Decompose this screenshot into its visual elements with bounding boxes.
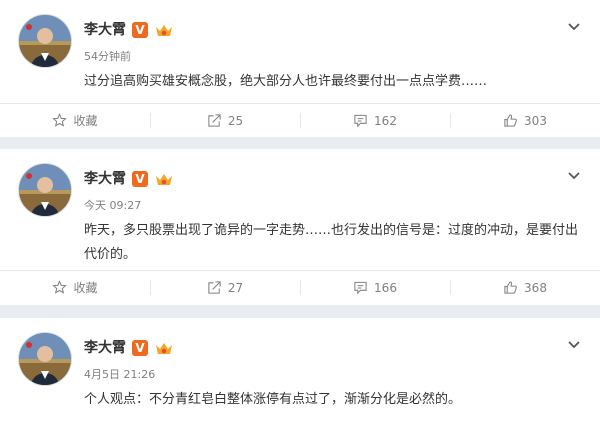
author-row: 李大霄 V [84, 169, 174, 189]
favorite-label: 收藏 [73, 281, 98, 295]
thumbs-up-icon [503, 113, 518, 128]
repost-button[interactable]: 25 [150, 104, 300, 137]
post-time[interactable]: 4月5日 21:26 [84, 368, 155, 382]
post-text: 个人观点：不分青红皂白整体涨停有点过了，渐渐分化是必然的。 [84, 392, 462, 407]
comment-count: 166 [374, 280, 397, 295]
like-count: 368 [524, 280, 547, 295]
favorite-button[interactable]: 收藏 [0, 271, 150, 304]
verified-badge[interactable]: V [132, 340, 148, 356]
post-time[interactable]: 54分钟前 [84, 50, 131, 64]
action-bar: 收藏 27 166 368 [0, 270, 600, 304]
chevron-down-icon[interactable] [566, 336, 582, 352]
crown-icon[interactable] [154, 22, 174, 38]
post-time[interactable]: 今天 09:27 [84, 199, 141, 213]
comment-icon [353, 280, 368, 295]
post-card: 李大霄 V 今天 09:27 昨天，多只股票出现了诡异的一字走势……也行发出的信… [0, 149, 600, 305]
chevron-down-icon[interactable] [566, 18, 582, 34]
thumbs-up-icon [503, 280, 518, 295]
comment-button[interactable]: 166 [300, 271, 450, 304]
comment-button[interactable]: 162 [300, 104, 450, 137]
author-name[interactable]: 李大霄 [84, 20, 126, 40]
like-button[interactable]: 303 [450, 104, 600, 137]
verified-badge[interactable]: V [132, 22, 148, 38]
post-card: 李大霄 V 4月5日 21:26 个人观点：不分青红皂白整体涨停有点过了，渐渐分… [0, 318, 600, 427]
author-name[interactable]: 李大霄 [84, 169, 126, 189]
avatar[interactable] [18, 14, 72, 68]
author-row: 李大霄 V [84, 20, 174, 40]
repost-count: 27 [227, 280, 244, 295]
avatar[interactable] [18, 163, 72, 217]
author-row: 李大霄 V [84, 338, 174, 358]
repost-icon [207, 113, 222, 128]
post-card: 李大霄 V 54分钟前 过分追高购买雄安概念股，绝大部分人也许最终要付出一点点学… [0, 0, 600, 137]
post-text: 过分追高购买雄安概念股，绝大部分人也许最终要付出一点点学费…… [84, 74, 488, 89]
repost-icon [207, 280, 222, 295]
like-button[interactable]: 368 [450, 271, 600, 304]
star-icon [52, 113, 68, 128]
favorite-label: 收藏 [73, 114, 98, 128]
favorite-button[interactable]: 收藏 [0, 104, 150, 137]
crown-icon[interactable] [154, 340, 174, 356]
repost-button[interactable]: 27 [150, 271, 300, 304]
post-text: 昨天，多只股票出现了诡异的一字走势……也行发出的信号是：过度的冲动，是要付出代价… [84, 223, 579, 262]
author-name[interactable]: 李大霄 [84, 338, 126, 358]
star-icon [52, 280, 68, 295]
chevron-down-icon[interactable] [566, 167, 582, 183]
comment-icon [353, 113, 368, 128]
crown-icon[interactable] [154, 171, 174, 187]
weibo-feed: 李大霄 V 54分钟前 过分追高购买雄安概念股，绝大部分人也许最终要付出一点点学… [0, 0, 600, 427]
action-bar: 收藏 25 162 303 [0, 103, 600, 137]
like-count: 303 [524, 113, 547, 128]
verified-badge[interactable]: V [132, 171, 148, 187]
comment-count: 162 [374, 113, 397, 128]
avatar[interactable] [18, 332, 72, 386]
repost-count: 25 [227, 113, 244, 128]
